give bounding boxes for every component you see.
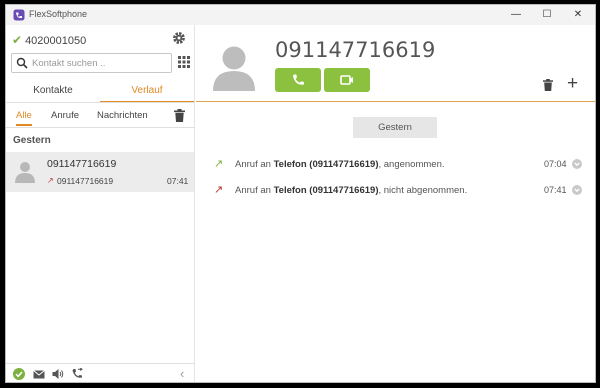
speaker-icon[interactable] [52, 368, 64, 380]
add-contact-button[interactable]: + [567, 74, 578, 93]
video-camera-icon [340, 75, 353, 85]
account-status[interactable]: ✔ 4020001050 [12, 33, 86, 47]
search-input[interactable] [32, 56, 168, 70]
chevron-down-icon[interactable] [572, 159, 582, 169]
audio-call-button[interactable] [275, 68, 321, 92]
history-list-item[interactable]: 091147716619 ↗ 091147716619 07:41 [6, 152, 194, 192]
call-log-entry[interactable]: ↗ Anruf an Telefon (091147716619), angen… [196, 156, 595, 174]
call-log-text: Anruf an Telefon (091147716619), nicht a… [235, 185, 468, 196]
video-call-button[interactable] [324, 68, 370, 92]
status-bar: ‹ [6, 363, 194, 382]
maximize-button[interactable]: ☐ [534, 7, 560, 23]
filter-anrufe[interactable]: Anrufe [51, 110, 79, 124]
history-item-number: 091147716619 [57, 176, 114, 186]
tab-kontakte[interactable]: Kontakte [6, 79, 100, 103]
dialpad-icon[interactable] [177, 55, 191, 69]
window-title: FlexSoftphone [29, 9, 88, 19]
answered-call-arrow-icon: ↗ [214, 158, 224, 170]
title-bar: FlexSoftphone — ☐ ✕ [6, 5, 595, 25]
day-separator: Gestern [353, 117, 437, 138]
delete-history-icon[interactable] [543, 79, 553, 91]
history-group-header: Gestern [13, 135, 51, 146]
trash-icon[interactable] [174, 109, 185, 122]
filter-divider [6, 127, 194, 128]
call-log-time: 07:41 [544, 185, 567, 195]
history-filters: Alle Anrufe Nachrichten [6, 107, 194, 127]
call-forward-icon[interactable] [71, 368, 83, 380]
contact-avatar [213, 46, 255, 91]
account-number: 4020001050 [25, 35, 87, 47]
minimize-button[interactable]: — [503, 7, 529, 23]
filter-alle[interactable]: Alle [16, 110, 32, 126]
tab-verlauf[interactable]: Verlauf [100, 79, 194, 103]
missed-call-arrow-icon: ↗ [214, 184, 224, 196]
app-logo-icon [13, 9, 25, 21]
gear-icon[interactable] [172, 31, 186, 45]
detail-pane: 091147716619 + Gestern ↗ Anruf an Telefo… [196, 25, 595, 382]
mail-icon[interactable] [33, 368, 45, 380]
call-log-entry[interactable]: ↗ Anruf an Telefon (091147716619), nicht… [196, 182, 595, 200]
avatar [15, 162, 35, 183]
collapse-sidebar-icon[interactable]: ‹ [180, 366, 184, 381]
app-window: FlexSoftphone — ☐ ✕ ✔ 4020001050 Kontakt… [5, 4, 596, 383]
filter-nachrichten[interactable]: Nachrichten [97, 110, 148, 124]
chevron-down-icon[interactable] [572, 185, 582, 195]
history-item-time: 07:41 [167, 176, 189, 186]
close-button[interactable]: ✕ [565, 7, 591, 23]
main-tabs: Kontakte Verlauf [6, 79, 194, 103]
search-icon [16, 57, 28, 69]
search-box [11, 53, 172, 73]
online-check-icon: ✔ [12, 33, 23, 47]
status-ok-icon[interactable] [13, 368, 25, 380]
call-log-text: Anruf an Telefon (091147716619), angenom… [235, 159, 445, 170]
header-divider [196, 101, 595, 102]
history-item-name: 091147716619 [47, 158, 117, 170]
missed-call-arrow-icon: ↗ [47, 176, 54, 185]
contact-title: 091147716619 [275, 38, 436, 62]
tab-divider [6, 102, 194, 103]
phone-icon [293, 74, 304, 85]
sidebar: ✔4020001050 Kontakte Verlauf [6, 25, 195, 382]
call-log-time: 07:04 [544, 159, 567, 169]
